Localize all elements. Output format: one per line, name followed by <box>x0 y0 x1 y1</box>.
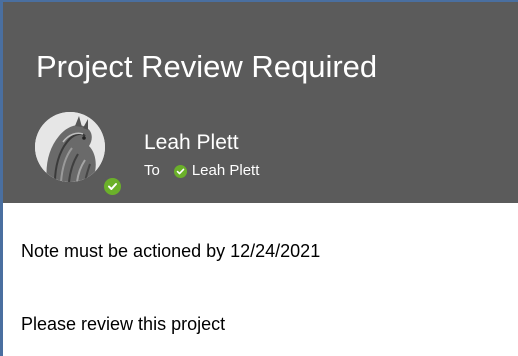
message-subject: Project Review Required <box>36 49 378 84</box>
recipient-presence-available-icon <box>173 164 187 178</box>
sender-avatar-image <box>35 112 105 182</box>
to-label: To <box>144 162 160 179</box>
sender-avatar[interactable] <box>35 112 105 182</box>
sender-avatar-container[interactable] <box>35 112 127 202</box>
sender-name[interactable]: Leah Plett <box>144 130 239 156</box>
message-header: Project Review Required Leah Plett To Le… <box>3 2 518 203</box>
body-due-date-note: Note must be actioned by 12/24/2021 <box>21 241 321 261</box>
recipient-row: To Leah Plett <box>144 161 259 181</box>
recipient-name[interactable]: Leah Plett <box>192 161 260 181</box>
sender-presence-available-icon <box>102 176 123 197</box>
body-message-text: Please review this project <box>21 314 226 334</box>
